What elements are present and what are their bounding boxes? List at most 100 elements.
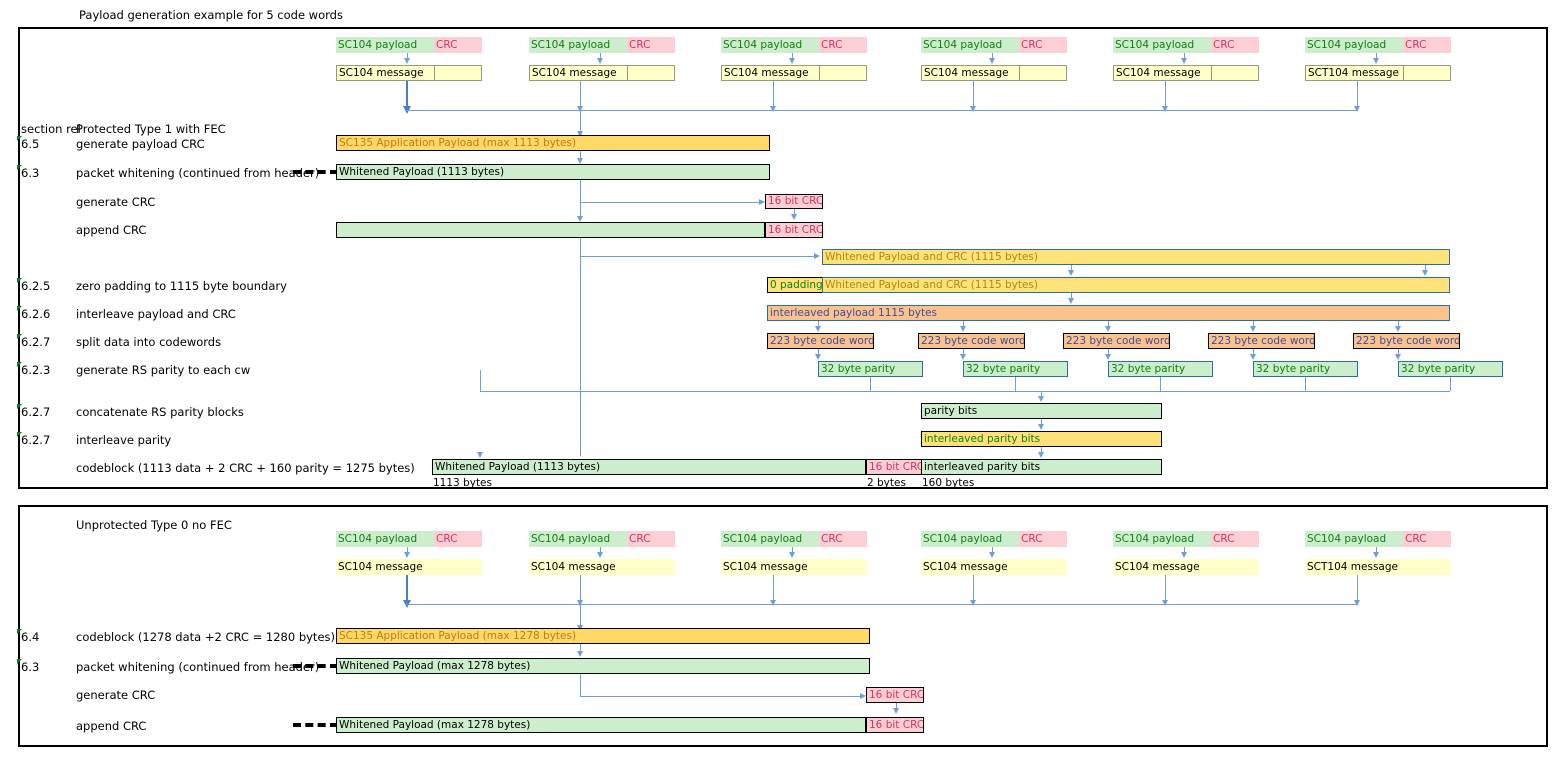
sc104-payload-block: SC104 payload	[721, 531, 819, 547]
section-number: 6.2.7	[16, 334, 51, 349]
sc104-payload-block: SC104 payload	[1113, 531, 1211, 547]
section-number: 6.3	[16, 659, 40, 674]
interleaved-parity-bits-bar: interleaved parity bits	[921, 431, 1162, 447]
connector-v	[480, 370, 481, 391]
arrow-head-down	[969, 106, 976, 112]
whitening-dashed-connector	[293, 170, 338, 174]
section-number: 6.3	[16, 165, 40, 180]
connector-v	[406, 575, 408, 603]
section-column-label: section rel	[21, 122, 81, 136]
arrow-head-down	[1037, 452, 1044, 458]
codeblock-data-size: 1113 bytes	[433, 477, 492, 489]
section-number: 6.2.5	[16, 278, 51, 293]
crc-block: CRC	[819, 37, 867, 53]
connector-v	[1450, 377, 1451, 391]
code-word-block: 223 byte code word	[918, 333, 1025, 349]
code-word-block: 223 byte code word	[1208, 333, 1315, 349]
step-label: generate RS parity to each cw	[76, 363, 251, 377]
arrow-head-down	[769, 600, 776, 606]
sc104-payload-block: SC104 payload	[1305, 37, 1403, 53]
sc104-payload-block: SC104 payload	[1305, 531, 1403, 547]
step-label: split data into codewords	[76, 335, 222, 349]
crc-block: CRC	[434, 531, 482, 547]
crc-block: CRC	[434, 37, 482, 53]
whitening-dashed-connector	[293, 664, 338, 668]
step-label: generate payload CRC	[76, 137, 205, 151]
sc135-application-payload-bar: SC135 Application Payload (max 1113 byte…	[336, 135, 770, 151]
code-word-block: 223 byte code word	[1063, 333, 1170, 349]
section-number: 6.2.3	[16, 362, 51, 377]
codeblock-crc-segment: 16 bit CRC	[866, 459, 922, 475]
merge-bus	[406, 604, 1357, 605]
sc104-message-block: SC104 message	[721, 65, 867, 81]
section-number: 6.2.7	[16, 404, 51, 419]
crc-block: CRC	[627, 531, 675, 547]
whitened-payload-and-crc-bar-1: Whitened Payload and CRC (1115 bytes)	[822, 249, 1450, 265]
arrow-head-down	[1104, 326, 1111, 332]
arrow-head-right	[814, 252, 820, 259]
merge-bus	[406, 110, 1357, 111]
step-label: interleave parity	[76, 433, 172, 447]
arrow-head-down	[1353, 106, 1360, 112]
sc104-message-block: SC104 message	[1113, 65, 1259, 81]
arrow-head-down	[892, 708, 899, 714]
sc104-payload-block: SC104 payload	[529, 37, 627, 53]
arrow-head-down	[1037, 424, 1044, 430]
arrow-head-down	[1161, 600, 1168, 606]
codeblock-parity-segment: interleaved parity bits	[921, 459, 1162, 475]
arrow-head-down	[596, 552, 603, 558]
arrow-head-down	[790, 214, 797, 220]
section-number: 6.2.7	[16, 432, 51, 447]
connector-v	[406, 81, 408, 109]
arrow-head-down	[576, 651, 583, 657]
arrow-head-down	[1249, 354, 1256, 360]
connector-v	[1305, 377, 1306, 391]
message-divider	[1403, 65, 1404, 81]
arrow-head-down	[814, 326, 821, 332]
step-label: append CRC	[76, 719, 147, 733]
crc16-generate-block: 16 bit CRC	[765, 194, 823, 209]
zero-padding-block: 0 padding	[767, 277, 823, 293]
codeblock-data-segment: Whitened Payload (1113 bytes)	[432, 459, 866, 475]
parity-block: 32 byte parity	[818, 361, 923, 377]
arrow-head-down	[1067, 298, 1074, 304]
arrow-head-down	[788, 58, 795, 64]
arrow-head-down	[1180, 552, 1187, 558]
step-label: packet whitening (continued from header)	[76, 166, 320, 180]
whitened-payload-and-crc-bar-2: Whitened Payload and CRC (1115 bytes)	[822, 277, 1450, 293]
arrow-head-down	[969, 600, 976, 606]
arrow-head-down	[1104, 354, 1111, 360]
crc-block: CRC	[1019, 531, 1067, 547]
sc104-message-block: SC104 message	[529, 559, 675, 575]
sc135-application-payload-bar: SC135 Application Payload (max 1278 byte…	[336, 628, 870, 644]
sc104-message-block: SC104 message	[336, 559, 482, 575]
step-label: codeblock (1113 data + 2 CRC + 160 parit…	[76, 461, 415, 475]
arrow-head-down	[769, 106, 776, 112]
arrow-head-down	[403, 552, 410, 558]
arrow-head-down	[959, 326, 966, 332]
diagram-title: Payload generation example for 5 code wo…	[79, 8, 343, 22]
unprotected-type0-heading: Unprotected Type 0 no FEC	[76, 518, 232, 532]
sc104-payload-block: SC104 payload	[721, 37, 819, 53]
sc104-payload-block: SC104 payload	[336, 531, 434, 547]
arrow-head-down	[1372, 552, 1379, 558]
connector-v	[580, 674, 581, 696]
arrow-head-down	[1067, 270, 1074, 276]
connector-h	[580, 256, 818, 257]
sc104-message-block: SC104 message	[921, 559, 1067, 575]
crc-block: CRC	[1019, 37, 1067, 53]
crc-block: CRC	[1211, 531, 1259, 547]
sct104-message-block: SCT104 message	[1305, 65, 1451, 81]
whitened-payload-bar: Whitened Payload (1113 bytes)	[336, 164, 770, 180]
sc104-message-block: SC104 message	[921, 65, 1067, 81]
code-word-block: 223 byte code word	[1353, 333, 1460, 349]
parity-block: 32 byte parity	[1253, 361, 1358, 377]
crc-block: CRC	[627, 37, 675, 53]
sc104-payload-block: SC104 payload	[1113, 37, 1211, 53]
parity-block: 32 byte parity	[1398, 361, 1503, 377]
arrow-head-down	[1394, 354, 1401, 360]
step-label: generate CRC	[76, 688, 156, 702]
arrow-head-down	[959, 354, 966, 360]
parity-bits-bar: parity bits	[921, 403, 1162, 419]
arrow-head-down	[988, 552, 995, 558]
